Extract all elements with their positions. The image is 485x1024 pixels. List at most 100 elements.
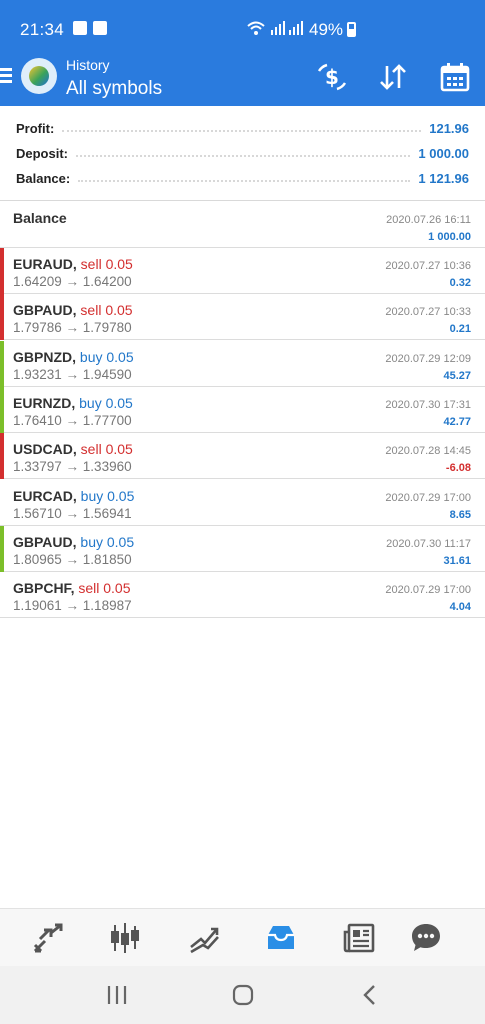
trade-date: 2020.07.27 10:33: [385, 306, 471, 319]
trade-prices: 1.64209 → 1.64200: [13, 274, 132, 289]
calendar-icon[interactable]: [438, 60, 472, 94]
operation-date: 2020.07.26 16:11: [386, 214, 471, 226]
dotted-leader: [62, 124, 422, 132]
trade-profit: 45.27: [443, 369, 471, 382]
trade-side: buy 0.05: [80, 533, 135, 550]
back-icon[interactable]: [357, 982, 383, 1008]
recent-apps-icon[interactable]: [104, 982, 130, 1008]
trade-row[interactable]: GBPAUD, buy 0.05 1.80965 → 1.81850 2020.07…: [0, 525, 485, 572]
trade-side: buy 0.05: [79, 394, 133, 411]
trade-symbol-line: USDCAD, sell 0.05: [13, 441, 133, 458]
trade-icon[interactable]: [187, 921, 221, 955]
symbol-selector[interactable]: All symbols: [66, 78, 162, 100]
trade-profit: 31.61: [443, 554, 471, 567]
trade-symbol-line: GBPNZD, buy 0.05: [13, 348, 134, 365]
dotted-leader: [76, 149, 411, 157]
chart-icon[interactable]: [108, 921, 142, 955]
trade-symbol: GBPAUD: [13, 533, 73, 550]
history-icon[interactable]: [264, 921, 298, 955]
deposit-value: 1 000.00: [418, 145, 469, 161]
trade-result-bar: [0, 386, 4, 433]
trade-row[interactable]: USDCAD, sell 0.05 1.33797 → 1.33960 2020.0…: [0, 433, 485, 480]
balance-row: Balance: 1 121.96: [16, 168, 469, 188]
wifi-icon: [247, 21, 265, 35]
trade-side: sell 0.05: [80, 441, 133, 458]
trade-prices: 1.80965 → 1.81850: [13, 551, 132, 567]
trade-side: sell 0.05: [80, 256, 133, 272]
trade-date: 2020.07.29 12:09: [385, 352, 471, 365]
trade-symbol-line: EURNZD, buy 0.05: [13, 394, 133, 411]
status-bar: 21:34 49%: [0, 0, 485, 44]
notification-icons: [73, 21, 107, 35]
trade-symbol: EURNZD: [13, 394, 72, 411]
bag-notification-icon: [73, 21, 87, 35]
trade-profit: 0.21: [449, 323, 471, 336]
operation-amount: 1 000.00: [428, 231, 471, 243]
toolbar: History All symbols $: [0, 44, 485, 106]
trade-date: 2020.07.28 14:45: [385, 445, 471, 458]
trade-date: 2020.07.27 10:36: [385, 260, 471, 272]
menu-icon[interactable]: [0, 68, 12, 84]
trade-symbol-line: EURAUD, sell 0.05: [13, 256, 133, 272]
svg-text:$: $: [325, 65, 339, 89]
checkbox-notification-icon: [93, 21, 107, 35]
deposit-row: Deposit: 1 000.00: [16, 143, 469, 163]
trade-symbol: GBPAUD: [13, 302, 73, 319]
trade-result-bar: [0, 525, 4, 572]
symbol-filter-icon[interactable]: $: [315, 60, 349, 94]
trade-row[interactable]: EURAUD, sell 0.05 1.64209 → 1.64200 2020.0…: [0, 248, 485, 294]
history-summary: Profit: 121.96 Deposit: 1 000.00 Balance…: [0, 106, 485, 201]
news-icon[interactable]: [342, 921, 376, 955]
system-navigation-bar: [0, 966, 485, 1024]
trade-side: sell 0.05: [78, 580, 131, 597]
trade-prices: 1.93231 → 1.94590: [13, 366, 132, 382]
bottom-navigation: [0, 908, 485, 966]
trade-symbol: EURCAD: [13, 487, 73, 504]
trade-row[interactable]: GBPNZD, buy 0.05 1.93231 → 1.94590 2020.07…: [0, 340, 485, 387]
battery-icon: [347, 22, 356, 37]
trade-symbol: GBPNZD: [13, 348, 73, 365]
trade-row[interactable]: GBPCHF, sell 0.05 1.19061 → 1.18987 2020.0…: [0, 572, 485, 619]
trade-symbol-line: GBPAUD, buy 0.05: [13, 533, 135, 550]
page-title: History: [66, 57, 110, 73]
trade-profit: 8.65: [449, 508, 471, 521]
trade-prices: 1.56710 → 1.56941: [13, 505, 132, 521]
trade-side: buy 0.05: [80, 487, 135, 504]
sort-icon[interactable]: [376, 60, 410, 94]
trade-date: 2020.07.29 17:00: [385, 491, 471, 504]
trade-profit: 42.77: [443, 415, 471, 428]
operation-label: Balance: [13, 210, 67, 226]
trade-symbol: USDCAD: [13, 441, 73, 458]
trade-row[interactable]: EURNZD, buy 0.05 1.76410 → 1.77700 2020.07…: [0, 386, 485, 433]
app-logo: [21, 58, 57, 94]
trade-row[interactable]: EURCAD, buy 0.05 1.56710 → 1.56941 2020.07…: [0, 480, 485, 526]
trade-result-bar: [0, 294, 4, 341]
trade-profit: -6.08: [445, 462, 471, 475]
trade-result-bar: [0, 433, 4, 480]
trade-symbol-line: GBPCHF, sell 0.05: [13, 580, 131, 597]
trade-symbol: GBPCHF: [13, 580, 71, 597]
trade-profit: 4.04: [449, 601, 471, 614]
quotes-icon[interactable]: [31, 921, 65, 955]
dotted-leader: [78, 174, 411, 182]
trade-symbol-line: GBPAUD, sell 0.05: [13, 302, 133, 319]
trade-symbol: EURAUD: [13, 256, 73, 272]
trade-side: buy 0.05: [79, 348, 134, 365]
trade-prices: 1.33797 → 1.33960: [13, 459, 132, 475]
trade-side: sell 0.05: [80, 302, 133, 319]
balance-label: Balance:: [16, 170, 71, 186]
profit-value: 121.96: [429, 120, 469, 136]
trade-row[interactable]: GBPAUD, sell 0.05 1.79786 → 1.79780 2020.0…: [0, 294, 485, 341]
profit-label: Profit:: [16, 120, 55, 136]
messages-icon[interactable]: [409, 921, 443, 955]
trade-date: 2020.07.29 17:00: [385, 584, 471, 597]
trade-symbol-line: EURCAD, buy 0.05: [13, 487, 135, 504]
balance-value: 1 121.96: [418, 170, 469, 186]
balance-operation-row[interactable]: Balance 2020.07.26 16:11 1 000.00: [0, 202, 485, 248]
trade-profit: 0.32: [449, 277, 471, 289]
trade-result-bar: [0, 572, 4, 618]
trade-result-bar: [0, 480, 4, 526]
signal-icon: [271, 21, 303, 35]
home-icon[interactable]: [230, 982, 256, 1008]
trade-prices: 1.79786 → 1.79780: [13, 320, 132, 336]
